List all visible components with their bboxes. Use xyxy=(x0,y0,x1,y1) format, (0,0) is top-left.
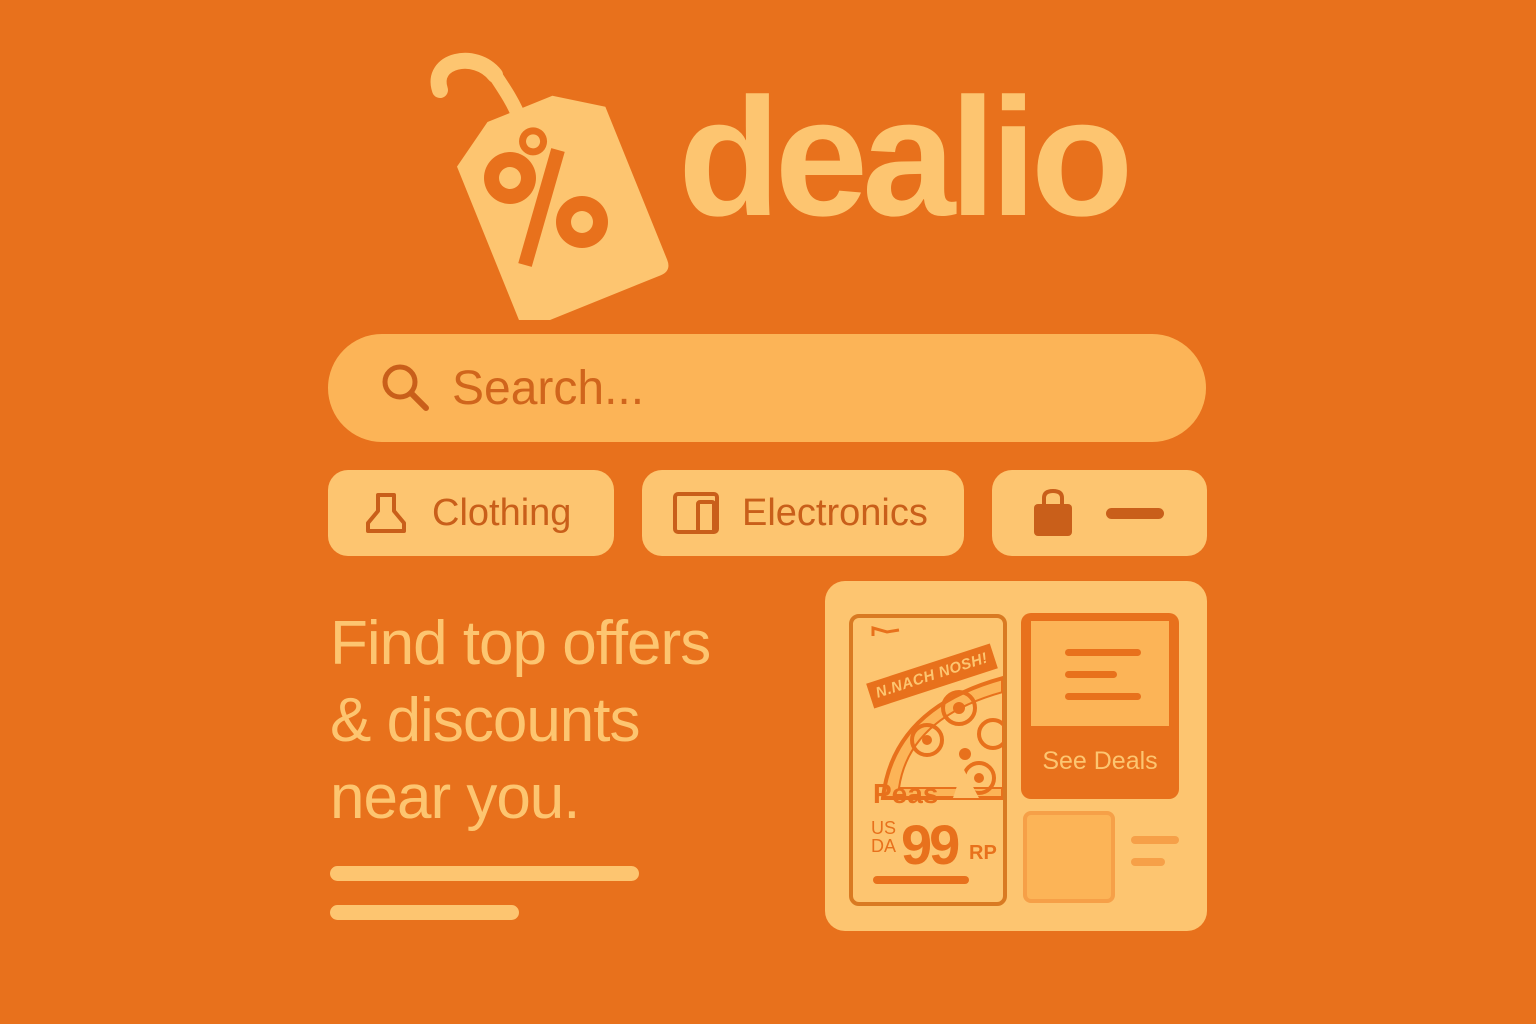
category-placeholder-line xyxy=(1106,507,1164,519)
deals-preview-panel: N.NACH NOSH! Peas US DA 99 RP See Deals xyxy=(825,581,1207,931)
shopping-bag-icon xyxy=(1034,488,1072,536)
placeholder-text-line xyxy=(1065,649,1141,656)
category-electronics-button[interactable]: Electronics xyxy=(642,470,964,556)
devices-icon xyxy=(673,492,719,534)
placeholder-text-line xyxy=(1065,693,1141,700)
tagline: Find top offers & discounts near you. xyxy=(330,605,790,836)
placeholder-text-line xyxy=(1065,671,1117,678)
placeholder-text-line xyxy=(1131,858,1165,866)
tagline-line: & discounts xyxy=(330,686,641,755)
category-shopping-button[interactable] xyxy=(992,470,1207,556)
category-label: Electronics xyxy=(742,491,928,534)
promo-underline xyxy=(873,876,969,884)
tagline-line: near you. xyxy=(330,763,581,832)
category-clothing-button[interactable]: Clothing xyxy=(328,470,614,556)
deal-preview-image xyxy=(1031,621,1169,726)
tagline-line: Find top offers xyxy=(330,609,711,678)
placeholder-text-line xyxy=(330,905,519,920)
promo-price: 99 xyxy=(901,813,960,876)
promo-price-unit: RP xyxy=(969,842,997,864)
category-label: Clothing xyxy=(432,491,572,534)
promo-card[interactable]: N.NACH NOSH! Peas US DA 99 RP xyxy=(849,614,1007,906)
placeholder-text-line xyxy=(330,866,639,881)
search-icon xyxy=(382,364,429,411)
deal-thumbnail[interactable] xyxy=(1023,811,1115,903)
see-deals-button[interactable]: See Deals xyxy=(1021,613,1179,799)
promo-currency: DA xyxy=(871,836,897,856)
clothing-icon xyxy=(366,493,406,533)
see-deals-label: See Deals xyxy=(1042,747,1158,775)
percent-tag-icon xyxy=(430,52,669,320)
brand-wordmark: dealio xyxy=(678,63,1133,251)
promo-title: Peas xyxy=(873,778,939,809)
placeholder-text-line xyxy=(1131,836,1179,844)
search-input[interactable] xyxy=(452,353,1152,423)
search-bar[interactable] xyxy=(328,334,1206,442)
